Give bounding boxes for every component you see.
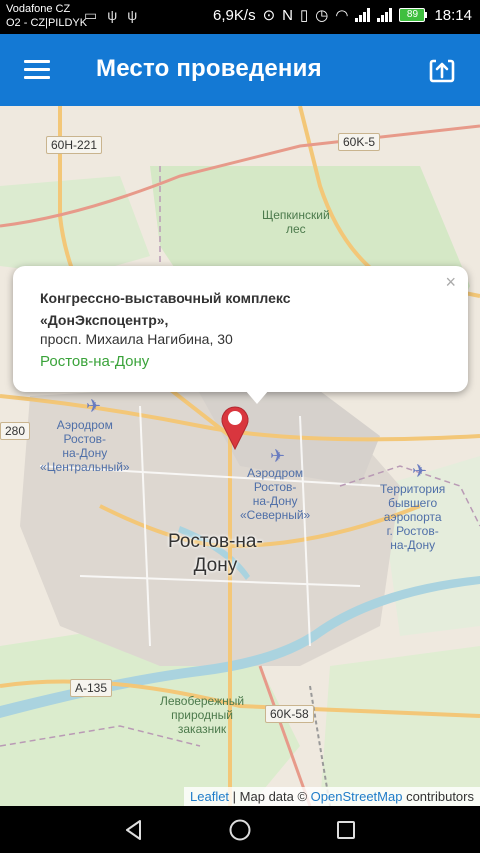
road-shield: 60K-5: [338, 133, 381, 151]
recent-apps-icon[interactable]: [334, 818, 358, 842]
venue-name-line-1: Конгрессно-выставочный комплекс: [40, 290, 291, 306]
status-right: 6,9K/s ⊙ N ▯ ◷ ◠ 89 18:14: [213, 6, 472, 25]
venue-name-line-2: «ДонЭкспоцентр»,: [40, 312, 169, 328]
road-shield: 60H-221: [46, 136, 103, 154]
signal-icon-2: [377, 8, 393, 22]
leaflet-link[interactable]: Leaflet: [190, 789, 229, 804]
attribution-suffix: contributors: [402, 789, 474, 804]
former-airport-label: Территория бывшего аэропорта г. Ростов- …: [380, 482, 446, 552]
battery-level: 89: [399, 8, 426, 22]
location-icon: ⊙: [262, 7, 276, 24]
airport-icon: ✈: [412, 461, 428, 481]
airport-icon: ✈: [270, 446, 286, 466]
usb-icon: ψ: [107, 7, 118, 23]
notification-icons: ▭ ψ ψ: [84, 7, 137, 24]
road-shield: A-135: [70, 679, 113, 697]
navigation-bar: [0, 806, 480, 853]
location-marker-icon[interactable]: [219, 403, 251, 451]
battery-icon: 89: [399, 8, 428, 22]
back-icon[interactable]: [122, 818, 146, 842]
close-icon[interactable]: ×: [445, 272, 456, 293]
alarm-icon: ◷: [315, 7, 329, 24]
map-view[interactable]: 60H-221 60K-5 280 A-135 60K-58 Щепкински…: [0, 106, 480, 806]
venue-city-link[interactable]: Ростов-на-Дону: [40, 353, 149, 370]
venue-address: просп. Михаила Нагибина, 30: [40, 331, 233, 347]
airport-icon: ✈: [86, 396, 102, 416]
clock: 18:14: [434, 6, 472, 24]
forest-label: Щепкинский лес: [262, 208, 330, 236]
usb-debug-icon: ψ: [127, 7, 138, 23]
network-speed: 6,9K/s: [213, 6, 256, 24]
nfc-icon: N: [282, 6, 293, 24]
screen-icon: ▭: [84, 7, 98, 23]
page-title: Место проведения: [96, 55, 322, 82]
attribution-separator: | Map data ©: [229, 789, 311, 804]
map-attribution: Leaflet | Map data © OpenStreetMap contr…: [184, 787, 480, 806]
road-shield: 60K-58: [265, 705, 314, 723]
location-popup: × Конгрессно-выставочный комплекс «ДонЭк…: [13, 266, 468, 404]
city-label: Ростов-на- Дону: [168, 531, 263, 576]
airport-central-label: Аэродром Ростов- на-Дону «Центральный»: [40, 418, 130, 474]
road-shield: 280: [0, 422, 31, 440]
hamburger-menu-icon[interactable]: [24, 60, 50, 80]
vibrate-icon: ▯: [300, 7, 309, 24]
wifi-icon: ◠: [335, 7, 349, 24]
app-bar: Место проведения: [0, 34, 480, 106]
popup-tip: [245, 390, 269, 404]
carrier-line-1: Vodafone CZ: [6, 3, 71, 15]
signal-icon-1: [355, 8, 371, 22]
airport-north-label: Аэродром Ростов- на-Дону «Северный»: [240, 466, 311, 522]
open-external-icon[interactable]: [428, 56, 456, 84]
osm-link[interactable]: OpenStreetMap: [311, 789, 403, 804]
status-bar: Vodafone CZ O2 - CZ|PILDYK ▭ ψ ψ 6,9K/s …: [0, 0, 480, 34]
reserve-label: Левобережный природный заказник: [160, 694, 245, 736]
venue-name: Конгрессно-выставочный комплекс «ДонЭксп…: [40, 287, 440, 331]
carrier-info: Vodafone CZ O2 - CZ|PILDYK: [6, 2, 87, 30]
home-icon[interactable]: [228, 818, 252, 842]
carrier-line-2: O2 - CZ|PILDYK: [6, 17, 88, 29]
